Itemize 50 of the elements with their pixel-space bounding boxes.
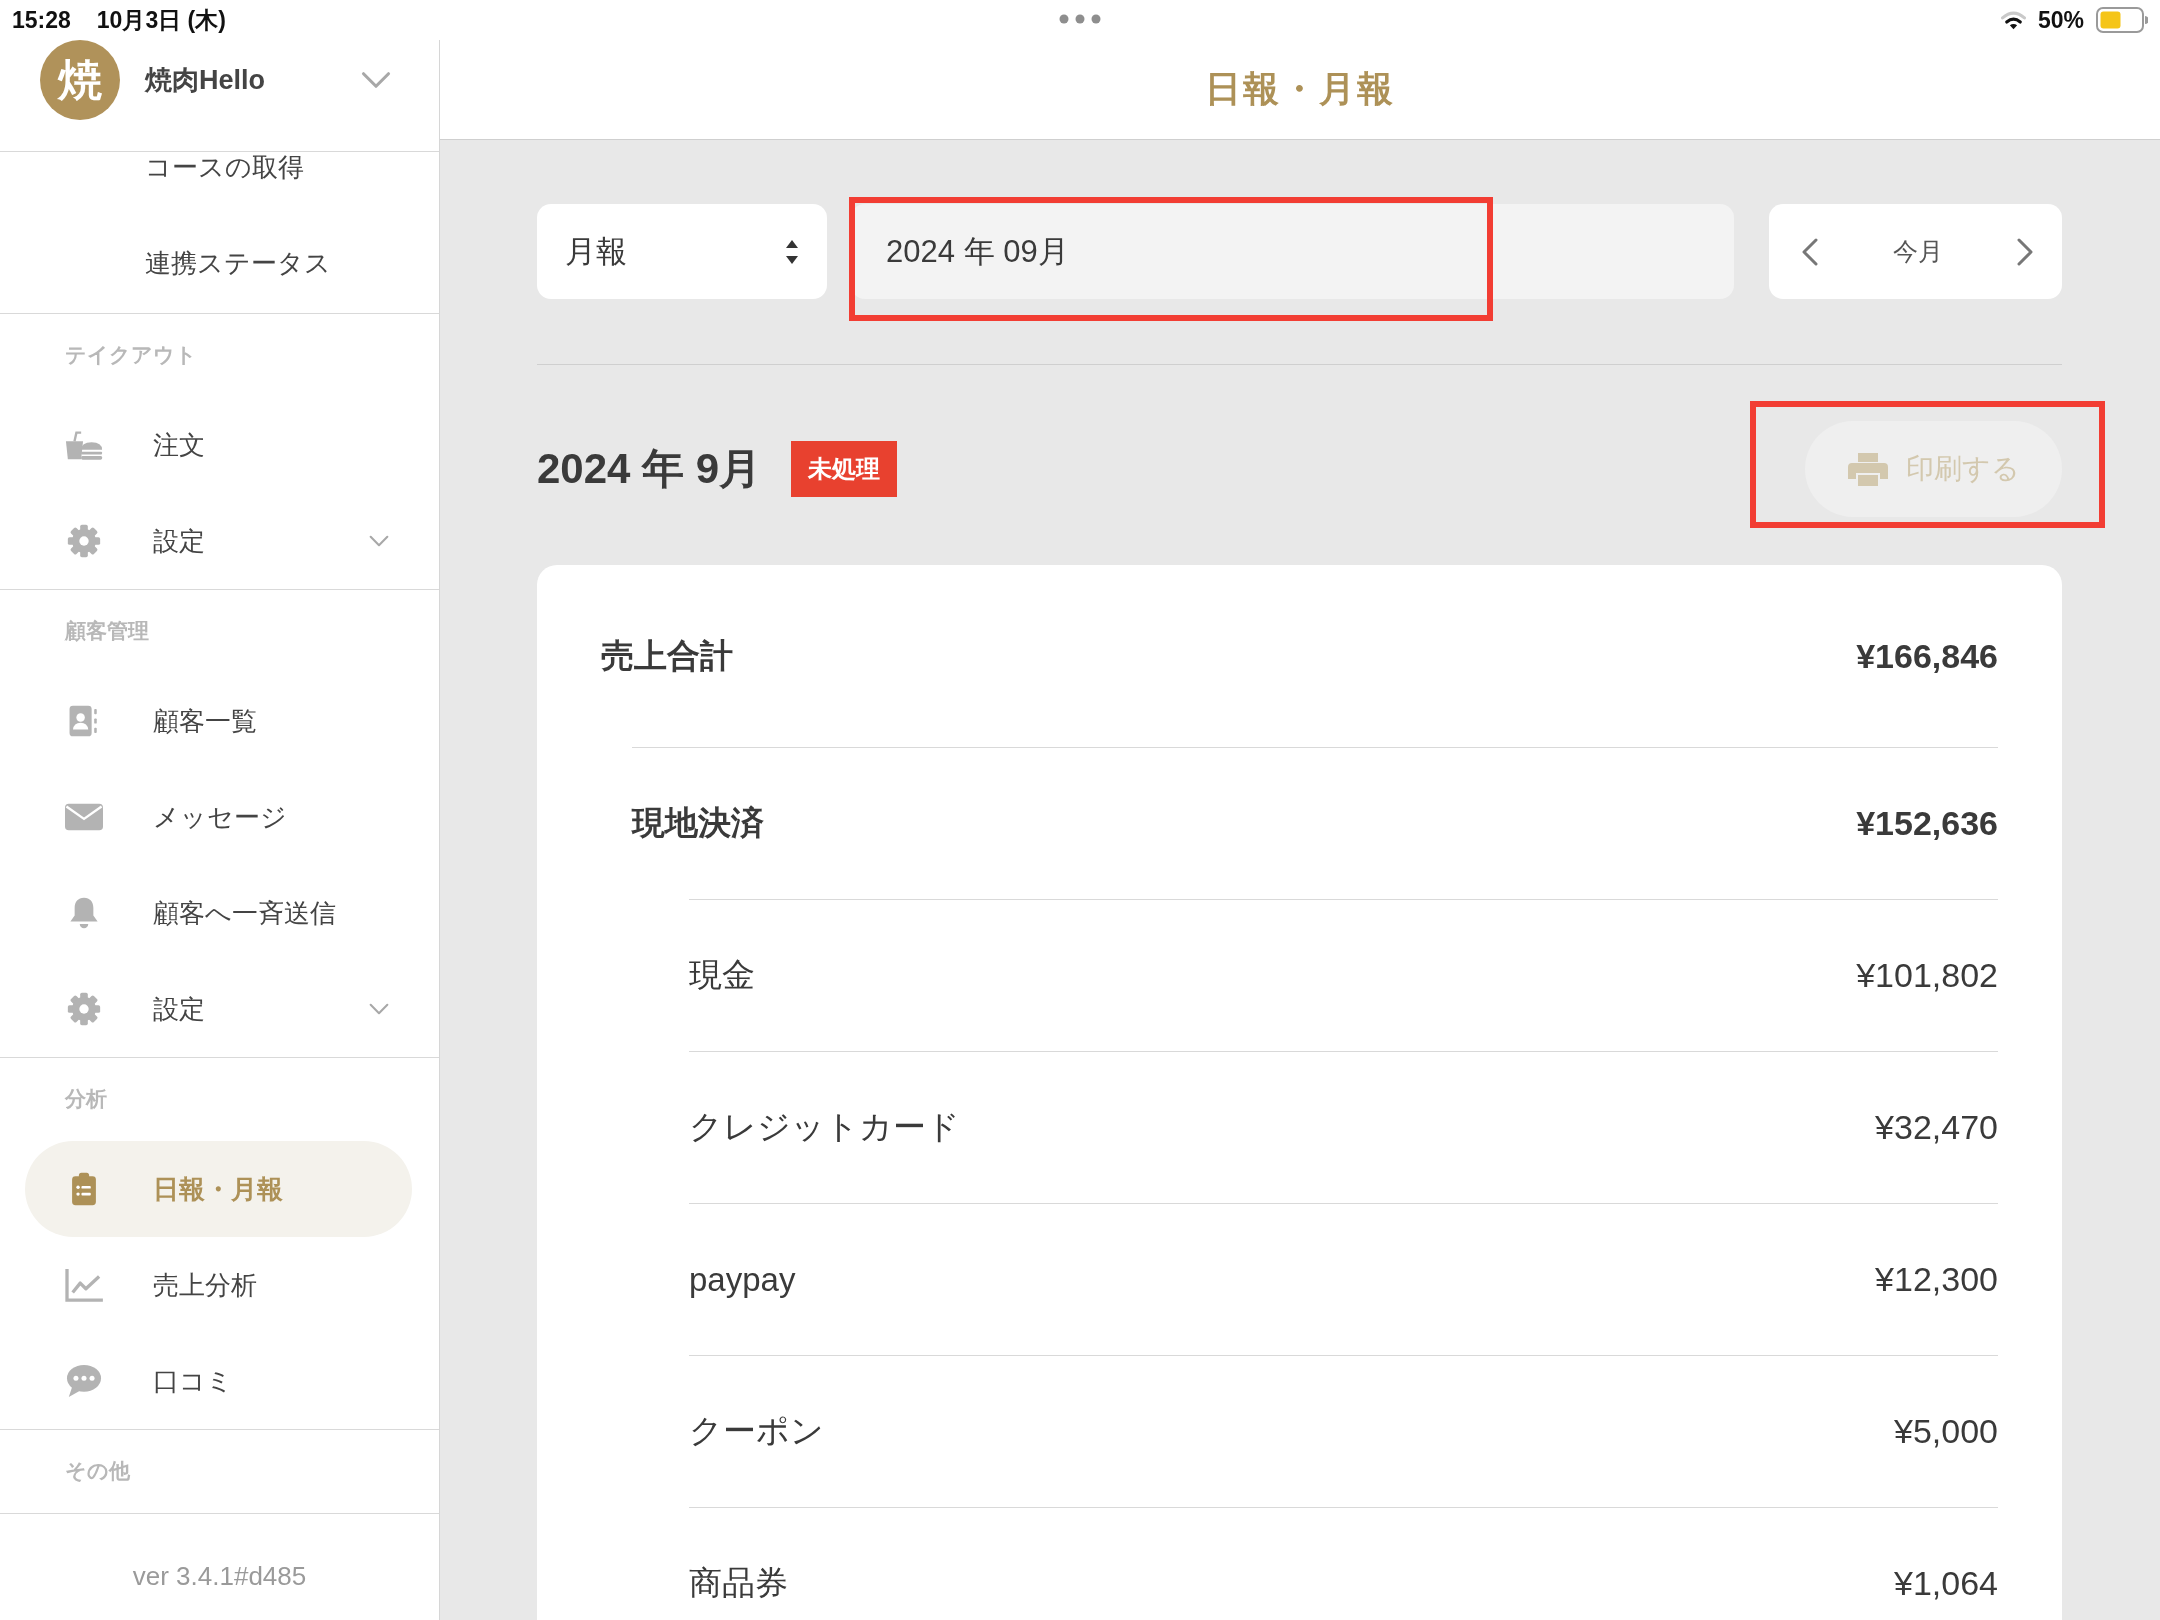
three-dots-icon[interactable]: [1059, 14, 1101, 24]
page-title: 日報・月報: [1205, 67, 1395, 111]
printer-icon: [1847, 451, 1888, 487]
nav-item[interactable]: 設定: [25, 961, 412, 1057]
battery-icon: [2096, 7, 2148, 33]
nav-item[interactable]: 売上分析: [25, 1237, 412, 1333]
chevron-down-icon: [361, 71, 391, 89]
up-down-arrows-icon: [785, 238, 799, 265]
report-title: 2024 年 9月: [537, 444, 762, 494]
nav-item[interactable]: 顧客へ一斉送信: [25, 865, 412, 961]
wifi-icon: [2000, 10, 2026, 30]
row-label: クレジットカード: [689, 1107, 960, 1147]
row-label: 売上合計: [601, 635, 733, 676]
section-title: 分析: [65, 1087, 107, 1110]
status-date: 10月3日 (木): [96, 5, 226, 35]
section-title: 顧客管理: [65, 619, 149, 642]
this-month-button[interactable]: 今月: [1892, 235, 1943, 268]
period-select[interactable]: 月報: [537, 204, 827, 299]
gear-icon: [65, 524, 103, 558]
row-label: paypay: [689, 1260, 796, 1299]
gear-icon: [65, 992, 103, 1026]
drink-burger-icon: [65, 428, 103, 462]
store-avatar: 焼: [40, 40, 120, 120]
nav-item[interactable]: コースの取得: [0, 152, 439, 215]
section-title: テイクアウト: [65, 343, 197, 366]
chat-bubble-icon: [65, 1364, 103, 1398]
store-name[interactable]: 焼肉Hello: [145, 40, 265, 120]
nav-item[interactable]: 口コミ: [25, 1333, 412, 1429]
row-amount: ¥152,636: [1856, 804, 1998, 843]
version-text: ver 3.4.1#d485: [132, 1561, 307, 1592]
row-amount: ¥5,000: [1894, 1412, 1998, 1451]
line-chart-icon: [65, 1268, 103, 1302]
status-time: 15:28: [12, 6, 71, 34]
row-amount: ¥101,802: [1856, 956, 1998, 995]
row-label: 現金: [689, 955, 755, 995]
row-amount: ¥12,300: [1875, 1260, 1998, 1299]
battery-percent: 50%: [2037, 6, 2084, 34]
nav-item[interactable]: 顧客一覧: [25, 673, 412, 769]
nav-item[interactable]: 連携ステータス: [0, 215, 439, 311]
row-amount: ¥166,846: [1856, 636, 1998, 676]
row-label: クーポン: [689, 1411, 824, 1451]
nav-item[interactable]: 設定: [25, 493, 412, 589]
row-label: 商品券: [689, 1563, 788, 1603]
row-label: 現地決済: [632, 803, 764, 843]
row-amount: ¥1,064: [1894, 1564, 1998, 1603]
status-badge: 未処理: [791, 441, 898, 497]
nav-item[interactable]: メッセージ: [25, 769, 412, 865]
section-title: その他: [65, 1459, 130, 1482]
nav-item[interactable]: 注文: [25, 397, 412, 493]
row-amount: ¥32,470: [1875, 1108, 1998, 1147]
